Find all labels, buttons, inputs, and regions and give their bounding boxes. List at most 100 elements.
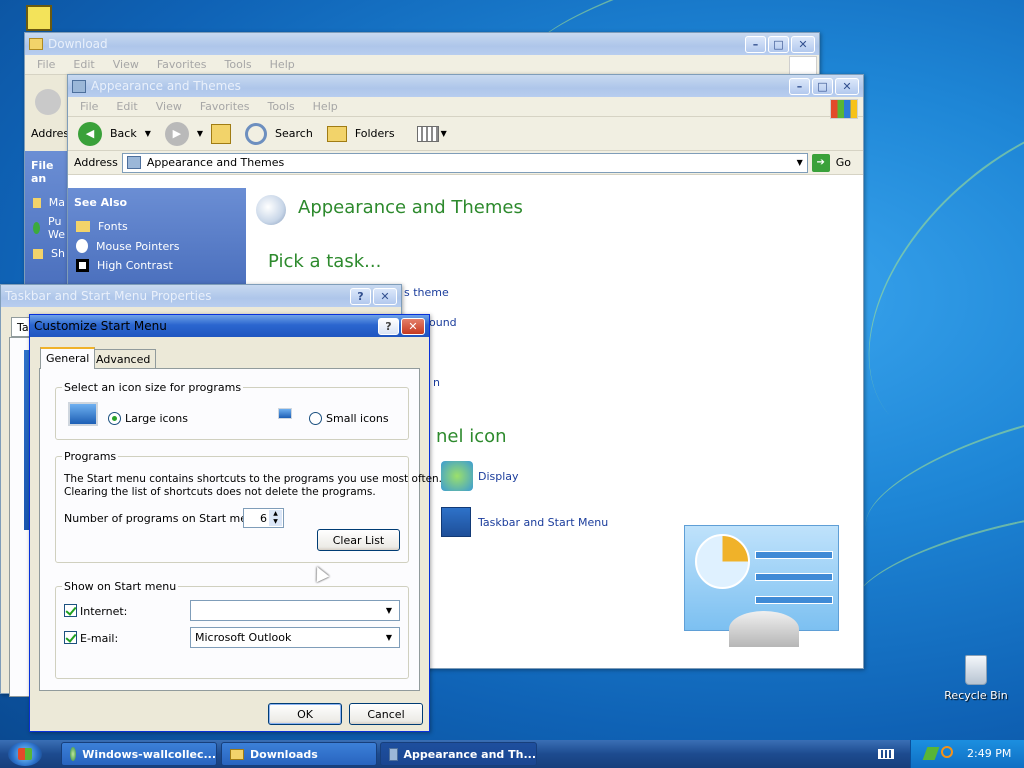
downloads-titlebar[interactable]: Download – □ ✕: [25, 33, 819, 55]
recycle-bin[interactable]: Recycle Bin: [940, 655, 1012, 702]
folder-icon: [29, 38, 43, 50]
system-tray: 2:49 PM: [910, 740, 1024, 768]
chevron-down-icon[interactable]: ▼: [382, 631, 396, 644]
num-programs-stepper[interactable]: 6 ▲ ▼: [243, 508, 284, 528]
help-button[interactable]: ?: [378, 317, 399, 335]
chevron-down-icon[interactable]: ▼: [145, 129, 151, 138]
minimize-button[interactable]: –: [745, 35, 766, 53]
taskbar-start-menu-link[interactable]: Taskbar and Start Menu: [478, 516, 608, 529]
email-label[interactable]: E-mail:: [80, 632, 118, 645]
desktop: Recycle Bin Download – □ ✕ File Edit View …: [0, 0, 1024, 740]
taskbar-button-appearance[interactable]: Appearance and Th...: [380, 742, 537, 766]
small-icons-radio[interactable]: [309, 412, 322, 425]
menu-favorites[interactable]: Favorites: [200, 100, 250, 113]
chevron-down-icon[interactable]: ▼: [197, 129, 203, 138]
forward-arrow-icon[interactable]: ▶: [164, 121, 189, 146]
minimize-button[interactable]: –: [789, 77, 810, 95]
internet-select[interactable]: ▼: [190, 600, 400, 621]
stepper-down-icon[interactable]: ▼: [269, 518, 282, 526]
folders-button[interactable]: Folders: [355, 127, 395, 140]
menu-favorites[interactable]: Favorites: [157, 58, 207, 71]
start-button[interactable]: [8, 742, 42, 766]
internet-label[interactable]: Internet:: [80, 605, 127, 618]
menu-edit[interactable]: Edit: [116, 100, 137, 113]
tab-general[interactable]: General: [40, 347, 96, 369]
small-icons-label[interactable]: Small icons: [326, 412, 389, 425]
menu-tools[interactable]: Tools: [225, 58, 252, 71]
close-button[interactable]: ✕: [835, 77, 859, 95]
close-button[interactable]: ✕: [401, 317, 425, 335]
address-bar: Address Appearance and Themes ▼ ➔ Go: [68, 151, 863, 175]
taskbar-button-downloads[interactable]: Downloads: [221, 742, 377, 766]
up-folder-icon[interactable]: [211, 123, 232, 144]
address-input[interactable]: Appearance and Themes ▼: [121, 152, 808, 173]
large-icons-radio[interactable]: [108, 412, 121, 425]
search-button[interactable]: Search: [275, 127, 313, 140]
back-button[interactable]: Back: [110, 127, 137, 140]
clock[interactable]: 2:49 PM: [967, 747, 1011, 760]
see-also-fonts[interactable]: Fonts: [68, 217, 246, 236]
go-button[interactable]: Go: [836, 156, 851, 169]
clear-list-button[interactable]: Clear List: [317, 529, 400, 551]
chevron-down-icon[interactable]: ▼: [382, 604, 396, 617]
menu-view[interactable]: View: [156, 100, 182, 113]
large-icons-label[interactable]: Large icons: [125, 412, 188, 425]
menu-help[interactable]: Help: [270, 58, 295, 71]
taskbar-button-wallpaper[interactable]: Windows-wallcollec...: [61, 742, 217, 766]
chevron-down-icon[interactable]: ▼: [797, 158, 803, 167]
email-select[interactable]: Microsoft Outlook ▼: [190, 627, 400, 648]
sidebar-header: File an: [31, 159, 54, 185]
downloads-address-label: Addres: [31, 127, 70, 140]
desktop-shortcut-icon[interactable]: [26, 5, 52, 31]
display-link[interactable]: Display: [478, 470, 519, 483]
windows-logo-icon: [789, 56, 817, 76]
ok-button[interactable]: OK: [268, 703, 342, 725]
sidebar-item[interactable]: Sh: [25, 244, 73, 263]
customize-titlebar[interactable]: Customize Start Menu ? ✕: [30, 315, 429, 337]
close-button[interactable]: ✕: [373, 287, 397, 305]
menu-view[interactable]: View: [113, 58, 139, 71]
task-link[interactable]: ound: [429, 316, 457, 329]
display-icon[interactable]: [441, 461, 473, 491]
tab-advanced[interactable]: Advanced: [90, 349, 157, 369]
menu-edit[interactable]: Edit: [73, 58, 94, 71]
keyboard-icon[interactable]: [878, 749, 894, 759]
see-also-mouse-pointers[interactable]: Mouse Pointers: [68, 236, 246, 256]
search-icon[interactable]: [941, 746, 953, 758]
back-arrow-icon[interactable]: ◀: [78, 121, 102, 146]
maximize-button[interactable]: □: [812, 77, 833, 95]
maximize-button[interactable]: □: [768, 35, 789, 53]
num-programs-value[interactable]: 6: [260, 512, 267, 525]
stepper-up-icon[interactable]: ▲: [269, 510, 282, 518]
internet-checkbox[interactable]: [64, 604, 77, 617]
views-icon[interactable]: [416, 125, 439, 142]
taskbar-properties-titlebar[interactable]: Taskbar and Start Menu Properties ? ✕: [1, 285, 401, 307]
appearance-titlebar[interactable]: Appearance and Themes – □ ✕: [68, 75, 863, 97]
close-button[interactable]: ✕: [791, 35, 815, 53]
high-contrast-icon: [76, 259, 89, 272]
task-link[interactable]: s theme: [404, 286, 449, 299]
email-checkbox[interactable]: [64, 631, 77, 644]
folder-icon: [230, 748, 244, 760]
back-arrow-icon[interactable]: [35, 89, 61, 115]
menu-file[interactable]: File: [37, 58, 55, 71]
menu-help[interactable]: Help: [313, 100, 338, 113]
customize-start-menu-dialog[interactable]: Customize Start Menu ? ✕ General Advanced…: [29, 314, 442, 732]
menu-tools[interactable]: Tools: [268, 100, 295, 113]
help-button[interactable]: ?: [350, 287, 371, 305]
see-also-high-contrast[interactable]: High Contrast: [68, 256, 246, 275]
appearance-art-icon: [684, 525, 839, 647]
search-icon[interactable]: [245, 122, 268, 145]
palette-icon: [256, 195, 286, 225]
folders-icon[interactable]: [326, 125, 347, 142]
sidebar-item[interactable]: Ma: [25, 193, 73, 212]
sidebar-item[interactable]: Pu We: [25, 212, 73, 244]
menu-file[interactable]: File: [80, 100, 98, 113]
recycle-bin-label: Recycle Bin: [944, 689, 1008, 702]
task-link[interactable]: n: [433, 376, 440, 389]
taskbar-start-menu-icon[interactable]: [441, 507, 471, 537]
network-icon[interactable]: [922, 747, 940, 760]
go-arrow-icon[interactable]: ➔: [811, 153, 830, 172]
cancel-button[interactable]: Cancel: [349, 703, 423, 725]
chevron-down-icon[interactable]: ▼: [441, 129, 447, 138]
